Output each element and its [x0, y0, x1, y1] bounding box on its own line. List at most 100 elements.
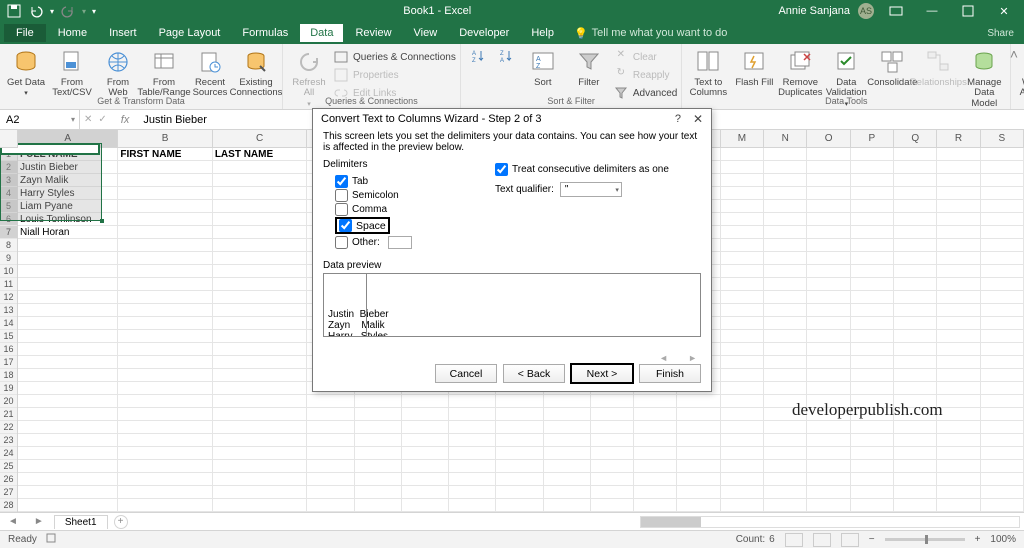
- checkbox-treat-consec[interactable]: Treat consecutive delimiters as one: [495, 163, 669, 176]
- cell[interactable]: [937, 460, 980, 473]
- cell[interactable]: [118, 421, 212, 434]
- row-header[interactable]: 28: [0, 499, 17, 512]
- cell[interactable]: [764, 356, 807, 369]
- cell[interactable]: [118, 226, 212, 239]
- cell[interactable]: [981, 174, 1024, 187]
- cell[interactable]: [449, 434, 496, 447]
- row-header[interactable]: 20: [0, 395, 17, 408]
- cell[interactable]: [721, 174, 764, 187]
- cell[interactable]: [894, 304, 937, 317]
- view-normal-button[interactable]: [785, 533, 803, 547]
- tab-home[interactable]: Home: [48, 24, 97, 42]
- cell[interactable]: [937, 174, 980, 187]
- cell[interactable]: [937, 252, 980, 265]
- minimize-icon[interactable]: ―: [918, 1, 946, 21]
- cell[interactable]: [721, 304, 764, 317]
- cell[interactable]: [981, 200, 1024, 213]
- cell[interactable]: [937, 187, 980, 200]
- cell[interactable]: [807, 265, 850, 278]
- row-header[interactable]: 27: [0, 486, 17, 499]
- clear-button[interactable]: ✕Clear: [613, 48, 677, 64]
- cell[interactable]: [634, 499, 677, 512]
- cell[interactable]: [544, 395, 591, 408]
- cell[interactable]: [937, 304, 980, 317]
- cell[interactable]: [981, 239, 1024, 252]
- cell[interactable]: [807, 187, 850, 200]
- cell[interactable]: [807, 291, 850, 304]
- cell[interactable]: [721, 473, 764, 486]
- row-header[interactable]: 7: [0, 226, 17, 239]
- cell[interactable]: [981, 447, 1024, 460]
- cell[interactable]: [721, 499, 764, 512]
- cell[interactable]: [807, 369, 850, 382]
- cell[interactable]: [213, 408, 307, 421]
- cell[interactable]: [721, 317, 764, 330]
- tab-developer[interactable]: Developer: [449, 24, 519, 42]
- cell[interactable]: [851, 382, 894, 395]
- cell[interactable]: [213, 265, 307, 278]
- cell[interactable]: [307, 473, 354, 486]
- flash-fill-button[interactable]: Flash Fill: [732, 46, 776, 88]
- cell[interactable]: [402, 395, 449, 408]
- cell[interactable]: FULL NAME: [18, 148, 118, 161]
- cell[interactable]: [355, 499, 402, 512]
- existing-conn-button[interactable]: Existing Connections: [234, 46, 278, 99]
- cell[interactable]: [807, 330, 850, 343]
- cell[interactable]: [894, 265, 937, 278]
- cell[interactable]: [807, 213, 850, 226]
- cell[interactable]: [981, 148, 1024, 161]
- other-delimiter-input[interactable]: [388, 236, 412, 249]
- cell[interactable]: [937, 447, 980, 460]
- cell[interactable]: [18, 330, 118, 343]
- cell[interactable]: [634, 408, 677, 421]
- cell[interactable]: [894, 356, 937, 369]
- cell[interactable]: [449, 421, 496, 434]
- cell[interactable]: [213, 369, 307, 382]
- column-header[interactable]: S: [981, 130, 1024, 147]
- column-header[interactable]: Q: [894, 130, 937, 147]
- cell[interactable]: [851, 226, 894, 239]
- cell[interactable]: [118, 447, 212, 460]
- cell[interactable]: [807, 434, 850, 447]
- cell[interactable]: [764, 421, 807, 434]
- cell[interactable]: [981, 434, 1024, 447]
- cell[interactable]: [937, 343, 980, 356]
- cell[interactable]: [721, 265, 764, 278]
- cell[interactable]: [807, 161, 850, 174]
- cell[interactable]: [355, 460, 402, 473]
- cell[interactable]: [937, 278, 980, 291]
- cell[interactable]: [213, 460, 307, 473]
- cell[interactable]: [213, 213, 307, 226]
- row-header[interactable]: 6: [0, 213, 17, 226]
- next-button[interactable]: Next >: [571, 364, 633, 383]
- tab-page-layout[interactable]: Page Layout: [149, 24, 231, 42]
- cell[interactable]: [591, 486, 634, 499]
- cell[interactable]: [496, 447, 543, 460]
- cell[interactable]: [894, 460, 937, 473]
- text-qualifier-select[interactable]: ": [560, 182, 622, 197]
- cell[interactable]: [937, 499, 980, 512]
- cell[interactable]: [981, 187, 1024, 200]
- cell[interactable]: [634, 473, 677, 486]
- macro-record-icon[interactable]: [45, 532, 57, 547]
- cell[interactable]: [721, 330, 764, 343]
- cell[interactable]: [721, 460, 764, 473]
- cell[interactable]: [355, 408, 402, 421]
- cell[interactable]: [213, 382, 307, 395]
- row-header[interactable]: 1: [0, 148, 17, 161]
- cell[interactable]: [851, 343, 894, 356]
- cell[interactable]: [496, 460, 543, 473]
- cell[interactable]: [807, 278, 850, 291]
- cell[interactable]: [402, 486, 449, 499]
- row-header[interactable]: 26: [0, 473, 17, 486]
- row-header[interactable]: 11: [0, 278, 17, 291]
- cell[interactable]: [118, 213, 212, 226]
- cell[interactable]: [981, 473, 1024, 486]
- cell[interactable]: [213, 395, 307, 408]
- cell[interactable]: [18, 486, 118, 499]
- column-header[interactable]: A: [18, 130, 118, 147]
- cell[interactable]: [764, 239, 807, 252]
- cell[interactable]: [496, 408, 543, 421]
- cell[interactable]: [807, 148, 850, 161]
- cell[interactable]: [18, 343, 118, 356]
